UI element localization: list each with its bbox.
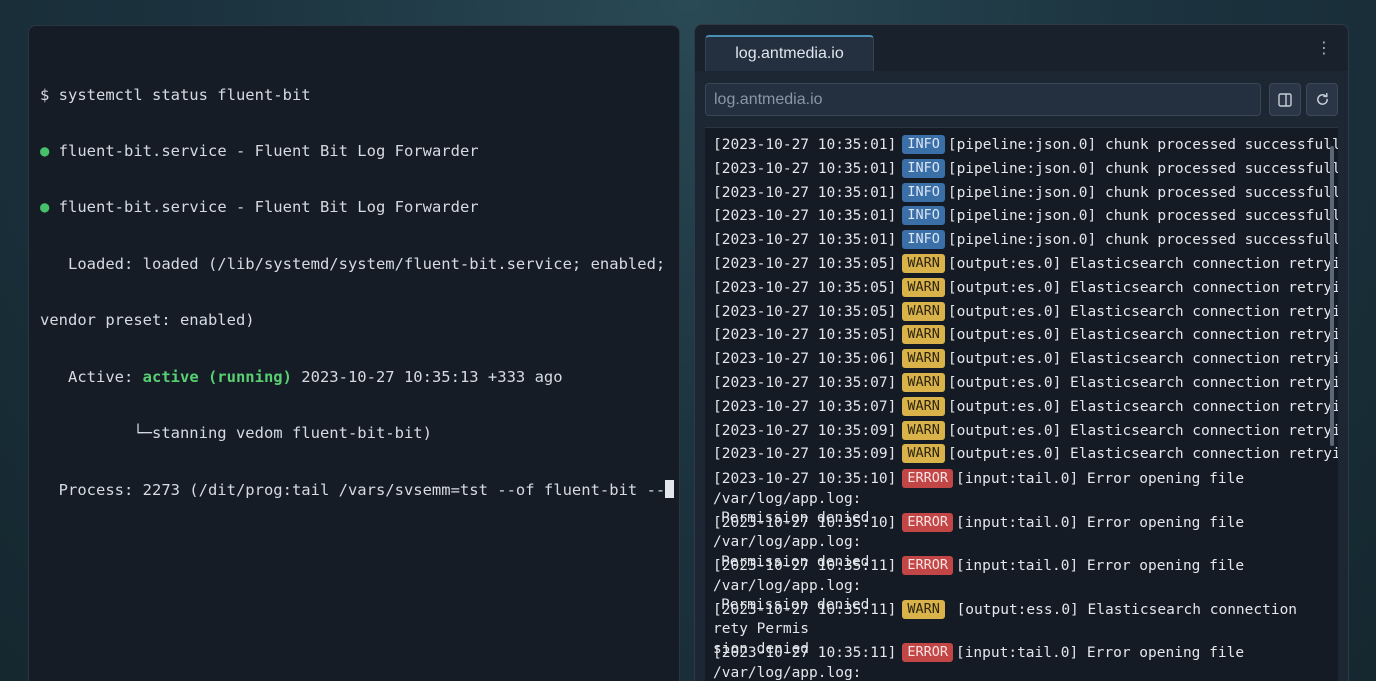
terminal-line: ● fluent-bit.service - Fluent Bit Log Fo… <box>40 141 479 160</box>
log-level-badge: ERROR <box>902 556 953 576</box>
log-timestamp: [2023-10-27 10:35:01] <box>713 208 897 225</box>
log-timestamp: [2023-10-27 10:35:06] <box>713 351 897 368</box>
browser-window: log.antmedia.io ⋮ [2023-10-27 10:35:01] I… <box>694 24 1349 681</box>
log-level-badge: ERROR <box>902 512 953 532</box>
log-entry: [2023-10-27 10:35:05] WARN [output:es.0] E… <box>713 277 1338 301</box>
log-message: [pipeline:json.0] chunk processed succes… <box>947 184 1338 201</box>
log-viewer[interactable]: [2023-10-27 10:35:01] INFO [pipeline:json.… <box>705 127 1338 681</box>
log-entry: [2023-10-27 10:35:01] INFO [pipeline:json.… <box>713 158 1338 182</box>
log-level-badge: WARN <box>902 349 945 369</box>
reload-icon <box>1316 92 1328 105</box>
log-entry: [2023-10-27 10:35:10] ERROR [input:tail.0]… <box>713 511 1328 570</box>
log-timestamp: [2023-10-27 10:35:05] <box>713 303 897 320</box>
log-timestamp: [2023-10-27 10:35:10] <box>713 471 897 488</box>
log-timestamp: [2023-10-27 10:35:05] <box>713 255 897 272</box>
log-level-badge: ERROR <box>902 643 953 663</box>
browser-toolbar <box>695 71 1348 127</box>
log-message: [output:es.0] Elasticsearch connection r… <box>947 255 1338 272</box>
log-message: [pipeline:json.0] chunk processed succes… <box>947 137 1338 153</box>
terminal-line: $ systemctl status fluent-bit <box>40 85 311 104</box>
log-level-badge: WARN <box>902 420 945 440</box>
log-level-badge: WARN <box>902 372 945 392</box>
log-message: [output:es.0] Elasticsearch connection r… <box>947 279 1338 296</box>
log-entry: [2023-10-27 10:35:09] WARN [output:es.0] E… <box>713 443 1338 467</box>
log-message: [pipeline:json.0] chunk processed succes… <box>947 160 1338 177</box>
log-timestamp: [2023-10-27 10:35:11] <box>713 645 897 662</box>
log-entry: [2023-10-27 10:35:05] WARN [output:es.0] E… <box>713 253 1338 277</box>
log-message: [pipeline:json.0] chunk processed succes… <box>947 232 1338 249</box>
terminal-output: $ systemctl status fluent-bit ● fluent-b… <box>40 48 675 537</box>
log-message: [output:es.0] Elasticsearch connection r… <box>947 303 1338 320</box>
log-entry: [2023-10-27 10:35:01] INFO [pipeline:json.… <box>713 134 1338 158</box>
log-list: [2023-10-27 10:35:01] INFO [pipeline:json.… <box>713 134 1338 681</box>
tab-bar: log.antmedia.io ⋮ <box>695 25 1348 72</box>
more-vertical-icon[interactable]: ⋮ <box>1316 39 1332 57</box>
address-input[interactable] <box>705 83 1261 116</box>
log-entry: [2023-10-27 10:35:07] WARN [output:es.0] E… <box>713 372 1338 396</box>
log-timestamp: [2023-10-27 10:35:05] <box>713 279 897 296</box>
log-entry: [2023-10-27 10:35:11] WARN [output:ess.0]… <box>713 598 1328 657</box>
text-cursor <box>665 480 675 499</box>
terminal-line: vendor preset: enabled) <box>40 311 255 330</box>
terminal-window[interactable]: $ systemctl status fluent-bit ● fluent-b… <box>28 25 680 681</box>
log-timestamp: [2023-10-27 10:35:05] <box>713 327 897 344</box>
log-level-badge: INFO <box>902 206 945 226</box>
sidebar-panel-button[interactable] <box>1269 83 1301 116</box>
scrollbar-thumb[interactable] <box>1330 146 1334 446</box>
log-level-badge: INFO <box>902 135 945 154</box>
terminal-line: Loaded: loaded (/lib/systemd/system/flue… <box>40 254 666 273</box>
log-message: [output:es.0] Elasticsearch connection r… <box>947 374 1338 391</box>
log-level-badge: ERROR <box>902 469 953 489</box>
log-level-badge: WARN <box>902 599 945 619</box>
log-entry: [2023-10-27 10:35:05] WARN [output:es.0] E… <box>713 301 1338 325</box>
log-entry: [2023-10-27 10:35:01] INFO [pipeline:json.… <box>713 182 1338 206</box>
log-timestamp: [2023-10-27 10:35:10] <box>713 514 897 531</box>
log-level-badge: INFO <box>902 158 945 178</box>
log-timestamp: [2023-10-27 10:35:07] <box>713 398 897 415</box>
terminal-line: ● fluent-bit.service - Fluent Bit Log Fo… <box>40 198 479 217</box>
log-level-badge: WARN <box>902 253 945 273</box>
log-timestamp: [2023-10-27 10:35:01] <box>713 184 897 201</box>
log-timestamp: [2023-10-27 10:35:01] <box>713 160 897 177</box>
log-entry: [2023-10-27 10:35:09] WARN [output:es.0] E… <box>713 420 1338 444</box>
log-timestamp: [2023-10-27 10:35:09] <box>713 422 897 439</box>
log-timestamp: [2023-10-27 10:35:11] <box>713 558 897 575</box>
reload-button[interactable] <box>1306 83 1338 116</box>
log-message: [pipeline:json.0] chunk processed succes… <box>947 208 1338 225</box>
terminal-active-line: Active: active (running) 2023-10-27 10:3… <box>40 367 563 386</box>
log-message: [output:es.0] Elasticsearch connection r… <box>947 351 1338 368</box>
log-timestamp: [2023-10-27 10:35:01] <box>713 232 897 249</box>
log-entry: [2023-10-27 10:35:11] ERROR [input:tail.0]… <box>713 554 1328 613</box>
log-level-badge: WARN <box>902 301 945 321</box>
log-entry: [2023-10-27 10:35:05] WARN [output:es.0] E… <box>713 324 1338 348</box>
log-level-badge: WARN <box>902 396 945 416</box>
terminal-process-line: Process: 2273 (/dit/prog:tail /vars/svse… <box>40 480 675 499</box>
log-message: [output:es.0] Elasticsearch connection r… <box>947 446 1338 463</box>
log-message: [output:es.0] Elasticsearch connection r… <box>947 327 1338 344</box>
log-entry: [2023-10-27 10:35:01] INFO [pipeline:json.… <box>713 229 1338 253</box>
log-entry: [2023-10-27 10:35:06] WARN [output:es.0] E… <box>713 348 1338 372</box>
log-level-badge: WARN <box>902 444 945 464</box>
log-level-badge: INFO <box>902 182 945 202</box>
log-level-badge: WARN <box>902 325 945 345</box>
log-entry: [2023-10-27 10:35:01] INFO [pipeline:json.… <box>713 205 1338 229</box>
log-timestamp: [2023-10-27 10:35:01] <box>713 137 897 153</box>
log-entry: [2023-10-27 10:35:10] ERROR [input:tail.0]… <box>713 467 1328 526</box>
status-dot-icon: ● <box>40 198 50 217</box>
log-level-badge: WARN <box>902 277 945 297</box>
log-level-badge: INFO <box>902 230 945 250</box>
sidebar-panel-icon <box>1278 92 1292 107</box>
log-timestamp: [2023-10-27 10:35:11] <box>713 601 897 618</box>
log-message: [output:es.0] Elasticsearch connection r… <box>947 422 1338 439</box>
log-entry: [2023-10-27 10:35:07] WARN [output:es.0] E… <box>713 396 1338 420</box>
terminal-line: └─stanning vedom fluent-bit-bit) <box>40 423 432 442</box>
log-timestamp: [2023-10-27 10:35:09] <box>713 446 897 463</box>
log-entry: [2023-10-27 10:35:11] ERROR [input:tail.0]… <box>713 641 1328 681</box>
log-timestamp: [2023-10-27 10:35:07] <box>713 374 897 391</box>
log-message: [output:es.0] Elasticsearch connection r… <box>947 398 1338 415</box>
active-state: active (running) <box>142 367 292 386</box>
status-dot-icon: ● <box>40 141 50 160</box>
tab-log-antmedia[interactable]: log.antmedia.io <box>705 35 874 71</box>
